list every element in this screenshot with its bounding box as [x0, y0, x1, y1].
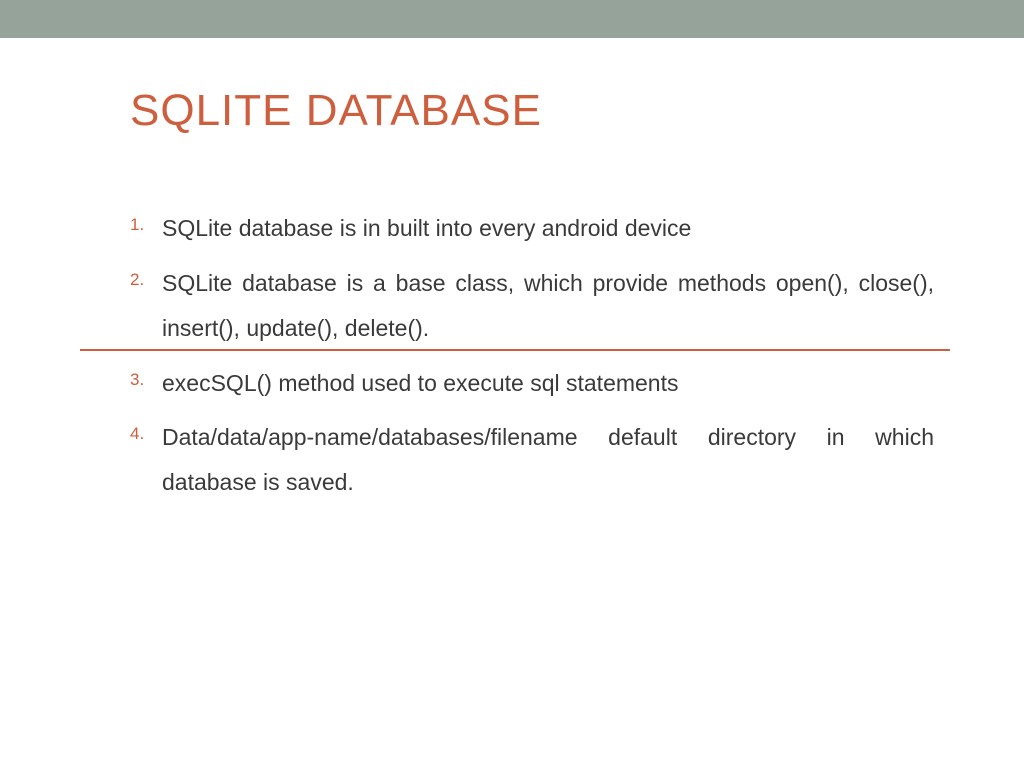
- list-item: Data/data/app-name/databases/filename de…: [130, 415, 934, 505]
- content-area: SQLite database is in built into every a…: [130, 206, 934, 505]
- horizontal-rule: [80, 349, 950, 351]
- list-item: execSQL() method used to execute sql sta…: [130, 361, 934, 406]
- numbered-list: SQLite database is in built into every a…: [130, 206, 934, 505]
- top-bar: [0, 0, 1024, 38]
- list-item: SQLite database is in built into every a…: [130, 206, 934, 251]
- slide-title: SQLITE DATABASE: [130, 86, 1024, 136]
- list-item: SQLite database is a base class, which p…: [130, 261, 934, 351]
